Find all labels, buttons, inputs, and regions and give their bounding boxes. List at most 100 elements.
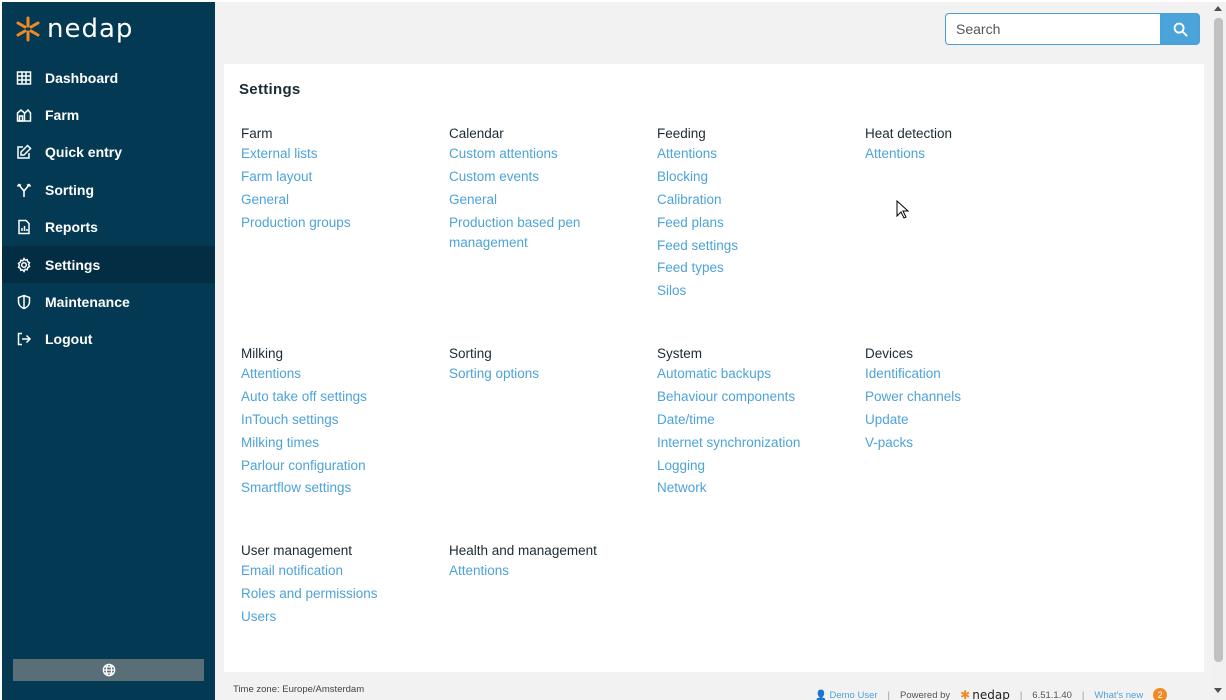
sidebar-item-dashboard[interactable]: Dashboard (2, 59, 215, 96)
section-farm: Farm External lists Farm layout General … (241, 124, 441, 236)
footer: Time zone: Europe/Amsterdam 👤 Demo User … (215, 680, 1211, 700)
fork-icon (16, 182, 32, 198)
link-farm-layout[interactable]: Farm layout (241, 167, 441, 187)
section-title: Farm (241, 126, 273, 141)
footer-version: 6.51.1.40 (1032, 689, 1072, 700)
link-network[interactable]: Network (657, 478, 857, 498)
sidebar-nav: Dashboard Farm Quick entry Sorting Repor… (2, 59, 215, 358)
sidebar-item-quick-entry[interactable]: Quick entry (2, 134, 215, 171)
whats-new-badge[interactable]: 2 (1153, 688, 1168, 700)
sidebar-item-label: Farm (45, 107, 80, 124)
sidebar-item-reports[interactable]: Reports (2, 209, 215, 246)
section-title: Sorting (449, 346, 492, 361)
section-title: Milking (241, 346, 284, 361)
sidebar-item-label: Dashboard (45, 69, 119, 86)
link-intouch-settings[interactable]: InTouch settings (241, 410, 441, 430)
section-title: System (657, 346, 703, 361)
link-identification[interactable]: Identification (865, 364, 1065, 384)
sidebar-item-logout[interactable]: Logout (2, 321, 215, 358)
link-attentions[interactable]: Attentions (657, 144, 857, 164)
link-production-groups[interactable]: Production groups (241, 213, 441, 233)
mouse-cursor-icon (896, 200, 910, 219)
scroll-down-arrow-icon[interactable] (1214, 688, 1222, 693)
sidebar-item-farm[interactable]: Farm (2, 96, 215, 133)
top-bar (215, 2, 1211, 64)
link-custom-attentions[interactable]: Custom attentions (449, 144, 614, 164)
link-update[interactable]: Update (865, 410, 1065, 430)
link-v-packs[interactable]: V-packs (865, 433, 1065, 453)
sidebar: nedap Dashboard Farm Quick entry Sorting (2, 2, 215, 700)
sidebar-item-label: Reports (45, 219, 98, 236)
vertical-scrollbar[interactable] (1211, 2, 1226, 700)
section-title: User management (241, 543, 353, 558)
section-health-and-management: Health and management Attentions (449, 541, 649, 584)
whats-new-link[interactable]: What's new (1094, 690, 1143, 700)
link-custom-events[interactable]: Custom events (449, 167, 614, 187)
link-email-notification[interactable]: Email notification (241, 561, 441, 581)
search-input[interactable] (945, 13, 1160, 45)
section-devices: Devices Identification Power channels Up… (865, 344, 1065, 456)
search-icon (1173, 22, 1188, 37)
sidebar-item-sorting[interactable]: Sorting (2, 171, 215, 208)
footer-powered-by: Powered by (900, 689, 951, 700)
section-title: Calendar (449, 126, 504, 141)
link-automatic-backups[interactable]: Automatic backups (657, 364, 857, 384)
section-title: Heat detection (865, 126, 953, 141)
section-calendar: Calendar Custom attentions Custom events… (449, 124, 614, 256)
section-heat-detection: Heat detection Attentions (865, 124, 1065, 167)
sidebar-item-maintenance[interactable]: Maintenance (2, 283, 215, 320)
link-attentions[interactable]: Attentions (449, 561, 649, 581)
footer-separator: | (1019, 689, 1023, 700)
link-parlour-configuration[interactable]: Parlour configuration (241, 456, 441, 476)
link-feed-plans[interactable]: Feed plans (657, 213, 857, 233)
link-auto-take-off-settings[interactable]: Auto take off settings (241, 387, 441, 407)
sidebar-item-label: Logout (45, 331, 93, 348)
sidebar-item-settings[interactable]: Settings (2, 245, 215, 284)
footer-user-name: Demo User (829, 689, 878, 700)
language-button[interactable] (13, 659, 204, 681)
link-production-based-pen-management[interactable]: Production based pen management (449, 213, 614, 253)
footer-right: 👤 Demo User | Powered by ✱ nedap | 6.51.… (815, 688, 1168, 700)
link-blocking[interactable]: Blocking (657, 167, 857, 187)
link-behaviour-components[interactable]: Behaviour components (657, 387, 857, 407)
edit-icon (16, 144, 32, 160)
link-feed-settings[interactable]: Feed settings (657, 236, 857, 256)
link-general[interactable]: General (449, 190, 614, 210)
footer-separator: | (1081, 689, 1085, 700)
link-milking-times[interactable]: Milking times (241, 433, 441, 453)
sidebar-item-label: Sorting (45, 181, 94, 198)
link-smartflow-settings[interactable]: Smartflow settings (241, 478, 441, 498)
footer-separator: | (887, 689, 890, 700)
link-roles-and-permissions[interactable]: Roles and permissions (241, 584, 441, 604)
link-sorting-options[interactable]: Sorting options (449, 364, 649, 384)
scroll-up-arrow-icon[interactable] (1214, 6, 1222, 11)
link-general[interactable]: General (241, 190, 441, 210)
sidebar-item-label: Settings (45, 256, 101, 273)
user-icon: 👤 (815, 689, 827, 700)
link-power-channels[interactable]: Power channels (865, 387, 1065, 407)
section-title: Devices (865, 346, 914, 361)
link-internet-synchronization[interactable]: Internet synchronization (657, 433, 857, 453)
section-title: Health and management (449, 543, 597, 558)
link-silos[interactable]: Silos (657, 281, 857, 301)
link-attentions[interactable]: Attentions (241, 364, 441, 384)
grid-icon (16, 70, 32, 86)
section-feeding: Feeding Attentions Blocking Calibration … (657, 124, 857, 304)
section-user-management: User management Email notification Roles… (241, 541, 441, 630)
link-calibration[interactable]: Calibration (657, 190, 857, 210)
link-attentions[interactable]: Attentions (865, 144, 1065, 164)
scroll-thumb[interactable] (1214, 18, 1223, 662)
footer-timezone: Time zone: Europe/Amsterdam (233, 684, 365, 695)
footer-user-link[interactable]: 👤 Demo User (815, 690, 878, 700)
link-date-time[interactable]: Date/time (657, 410, 857, 430)
page-title: Settings (239, 81, 301, 98)
search-button[interactable] (1160, 13, 1200, 45)
nedap-logo[interactable]: nedap (15, 16, 133, 42)
gear-icon (16, 256, 32, 273)
shield-icon (16, 294, 32, 310)
link-users[interactable]: Users (241, 607, 441, 627)
link-feed-types[interactable]: Feed types (657, 258, 857, 278)
link-external-lists[interactable]: External lists (241, 144, 441, 164)
link-logging[interactable]: Logging (657, 456, 857, 476)
section-system: System Automatic backups Behaviour compo… (657, 344, 857, 501)
